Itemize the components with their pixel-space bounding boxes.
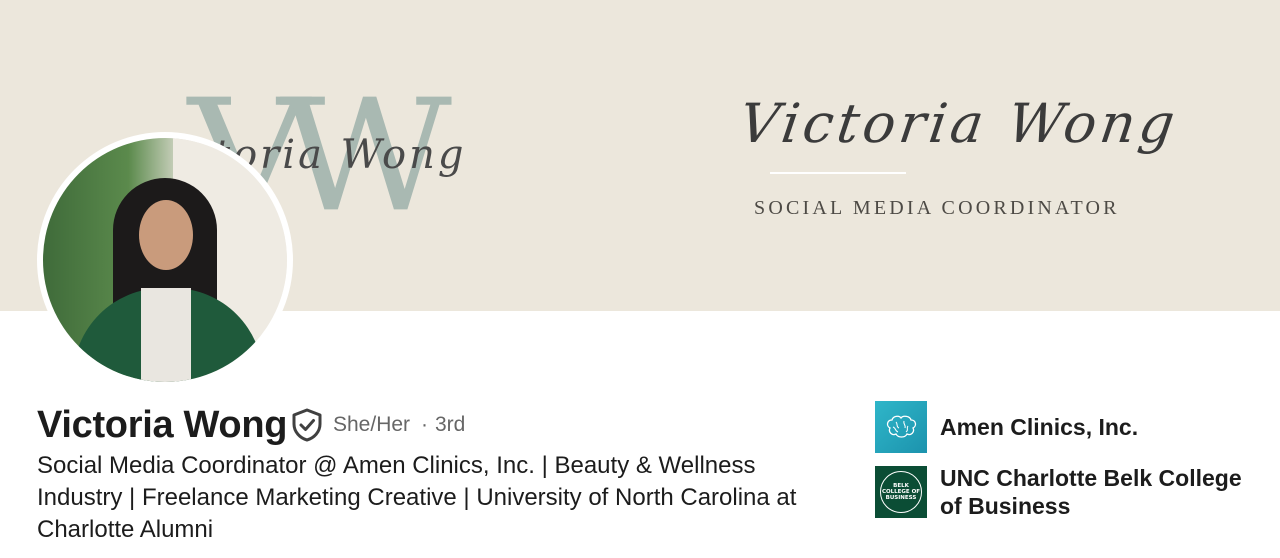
shield-check-icon[interactable] [291, 408, 323, 442]
profile-photo[interactable] [37, 132, 293, 388]
company-label-unc-charlotte-belk: UNC Charlotte Belk College of Business [940, 465, 1242, 519]
connection-degree: 3rd [435, 413, 466, 436]
belk-college-seal-icon: BELK COLLEGE OF BUSINESS [875, 466, 927, 518]
banner-divider [770, 172, 906, 174]
company-link-amen-clinics[interactable]: Amen Clinics, Inc. [875, 401, 1138, 453]
profile-pronouns: She/Her [333, 413, 411, 436]
profile-headline: Social Media Coordinator @ Amen Clinics,… [37, 452, 797, 543]
profile-name: Victoria Wong [37, 404, 288, 446]
brain-icon [875, 401, 927, 453]
profile-photo-image [43, 138, 287, 382]
banner-subtitle: SOCIAL MEDIA COORDINATOR [754, 197, 1120, 219]
banner-script-name: Victoria Wong [735, 92, 1183, 155]
separator-dot: · [421, 413, 428, 436]
belk-seal-text: BELK COLLEGE OF BUSINESS [880, 471, 922, 513]
company-label-amen-clinics: Amen Clinics, Inc. [940, 414, 1139, 440]
company-link-unc-charlotte-belk[interactable]: BELK COLLEGE OF BUSINESS UNC Charlotte B… [875, 464, 1250, 520]
